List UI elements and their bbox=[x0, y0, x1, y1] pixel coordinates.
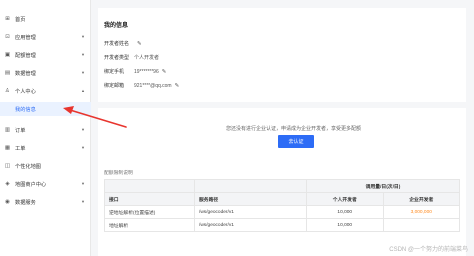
sidebar-item-personal-center[interactable]: ♙ 个人中心 ▴ bbox=[0, 84, 91, 98]
table-header-path: 服务路径 bbox=[194, 192, 307, 206]
certify-button[interactable]: 去认证 bbox=[278, 135, 314, 148]
page-title: 我的信息 bbox=[104, 23, 129, 29]
table-header-blank bbox=[194, 179, 307, 193]
order-icon: ▥ bbox=[4, 127, 11, 133]
map-style-icon: ◫ bbox=[4, 163, 11, 169]
developer-type-label: 开发者类型 bbox=[104, 55, 130, 61]
sidebar-item-orders[interactable]: ▥ 订单 ▾ bbox=[0, 123, 91, 137]
sidebar-item-label: 应用管理 bbox=[15, 34, 36, 41]
sidebar-item-label: 个性化地图 bbox=[15, 163, 41, 170]
chevron-down-icon: ▾ bbox=[81, 34, 85, 39]
sidebar-item-label: 个人中心 bbox=[15, 88, 36, 95]
pencil-icon[interactable]: ✎ bbox=[137, 41, 142, 47]
table-header-row-group: 调用量/日(次/日) bbox=[104, 179, 460, 193]
chevron-down-icon: ▾ bbox=[81, 199, 85, 204]
sidebar-item-merchant-center[interactable]: ◈ 地图商户中心 ▾ bbox=[0, 177, 91, 191]
phone-row: 绑定手机 19*******96 ✎ bbox=[104, 68, 167, 76]
quota-icon: ▣ bbox=[4, 52, 11, 58]
sidebar-item-label: 配额管理 bbox=[15, 52, 36, 59]
sidebar-item-label: 地图商户中心 bbox=[15, 181, 47, 188]
table-header-group: 调用量/日(次/日) bbox=[306, 179, 460, 193]
developer-name-row: 开发者姓名 ✎ bbox=[104, 40, 142, 48]
sidebar-item-label: 首页 bbox=[15, 16, 26, 23]
table-cell: 3,000,000 bbox=[382, 205, 460, 219]
table-header-row: 接口 服务路径 个人开发者 企业开发者 bbox=[104, 192, 460, 206]
apps-icon: ⊡ bbox=[5, 34, 10, 40]
sidebar-item-label: 我的信息 bbox=[15, 106, 36, 113]
sidebar-item-label: 数据服务 bbox=[15, 199, 36, 206]
service-icon: ◉ bbox=[5, 199, 10, 205]
table-cell: 地址解析 bbox=[104, 218, 195, 232]
sidebar-item-custom-map[interactable]: ◫ 个性化地图 bbox=[0, 159, 91, 173]
email-row: 绑定邮箱 921****@qq.com ✎ bbox=[104, 82, 180, 90]
table-header-blank bbox=[104, 179, 195, 193]
sidebar-item-label: 订单 bbox=[15, 127, 26, 134]
developer-type-value: 个人开发者 bbox=[134, 55, 160, 61]
sidebar-item-label: 数据管理 bbox=[15, 70, 36, 77]
developer-name-label: 开发者姓名 bbox=[104, 41, 130, 47]
phone-label: 绑定手机 bbox=[104, 69, 125, 75]
chevron-down-icon: ▾ bbox=[81, 145, 85, 150]
table-cell: 逆地址解析(位置描述) bbox=[104, 205, 195, 219]
watermark: CSDN @一个努力的前端菜鸟 bbox=[389, 247, 468, 253]
table-cell: /ws/geocoder/v1 bbox=[194, 205, 307, 219]
pencil-icon[interactable]: ✎ bbox=[175, 83, 180, 89]
chevron-up-icon: ▴ bbox=[81, 88, 85, 93]
sidebar: ⊞ 首页 ⊡ 应用管理 ▾ ▣ 配额管理 ▾ ▤ 数据管理 ▾ ♙ 个人中心 ▴… bbox=[0, 0, 91, 256]
email-value: 921****@qq.com bbox=[134, 82, 172, 89]
sidebar-item-quota-management[interactable]: ▣ 配额管理 ▾ bbox=[0, 48, 91, 62]
phone-value: 19*******96 bbox=[134, 68, 159, 75]
table-cell bbox=[382, 218, 460, 232]
sidebar-item-app-management[interactable]: ⊡ 应用管理 ▾ bbox=[0, 30, 91, 44]
table-header-enterprise: 企业开发者 bbox=[382, 192, 460, 206]
main-content: 我的信息 开发者姓名 ✎ 开发者类型 个人开发者 绑定手机 19*******9… bbox=[91, 0, 474, 256]
quota-table: 调用量/日(次/日) 接口 服务路径 个人开发者 企业开发者 逆地址解析(位置描… bbox=[104, 179, 460, 232]
table-header-personal: 个人开发者 bbox=[306, 192, 384, 206]
chevron-down-icon: ▾ bbox=[81, 70, 85, 75]
table-cell: 10,000 bbox=[306, 218, 384, 232]
sidebar-item-my-info[interactable]: 我的信息 bbox=[0, 102, 91, 116]
sidebar-item-tickets[interactable]: ▦ 工单 ▾ bbox=[0, 141, 91, 155]
sidebar-item-home[interactable]: ⊞ 首页 bbox=[0, 12, 91, 26]
email-label: 绑定邮箱 bbox=[104, 83, 125, 89]
user-icon: ♙ bbox=[5, 88, 10, 94]
certification-notice: 您还没有进行企业认证，申请成为企业开发者，享受更多配额 bbox=[226, 126, 362, 132]
developer-type-row: 开发者类型 个人开发者 bbox=[104, 54, 159, 61]
ticket-icon: ▦ bbox=[4, 145, 11, 151]
data-icon: ▤ bbox=[4, 70, 11, 76]
grid-icon: ⊞ bbox=[5, 16, 10, 22]
table-cell: /ws/geocoder/v1 bbox=[194, 218, 307, 232]
chevron-down-icon: ▾ bbox=[81, 127, 85, 132]
sidebar-item-data-service[interactable]: ◉ 数据服务 ▾ bbox=[0, 195, 91, 209]
sidebar-item-label: 工单 bbox=[15, 145, 26, 152]
quota-section-label: 配额限制说明 bbox=[104, 171, 133, 176]
merchant-icon: ◈ bbox=[5, 181, 10, 187]
table-row: 地址解析 /ws/geocoder/v1 10,000 bbox=[104, 218, 460, 232]
chevron-down-icon: ▾ bbox=[81, 181, 85, 186]
table-row: 逆地址解析(位置描述) /ws/geocoder/v1 10,000 3,000… bbox=[104, 205, 460, 219]
profile-card: 我的信息 开发者姓名 ✎ 开发者类型 个人开发者 绑定手机 19*******9… bbox=[98, 8, 466, 102]
chevron-down-icon: ▾ bbox=[81, 52, 85, 57]
pencil-icon[interactable]: ✎ bbox=[162, 69, 167, 75]
quota-card: 您还没有进行企业认证，申请成为企业开发者，享受更多配额 去认证 配额限制说明 调… bbox=[98, 108, 466, 256]
sidebar-item-data-management[interactable]: ▤ 数据管理 ▾ bbox=[0, 66, 91, 80]
table-cell: 10,000 bbox=[306, 205, 384, 219]
table-header-interface: 接口 bbox=[104, 192, 195, 206]
